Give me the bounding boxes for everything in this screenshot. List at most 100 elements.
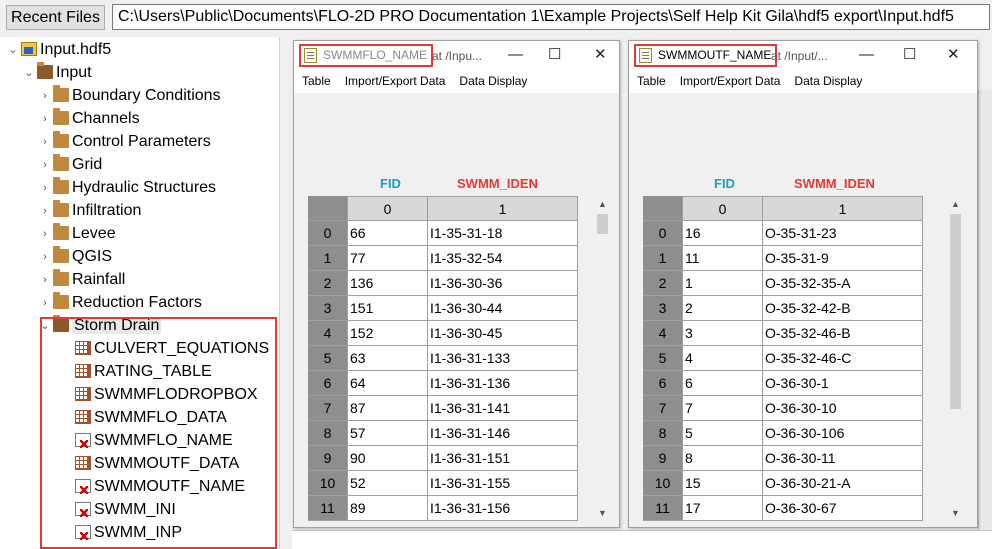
minimize-icon[interactable]: — bbox=[508, 45, 523, 65]
column-header[interactable]: 0 bbox=[348, 196, 428, 221]
row-header[interactable]: 0 bbox=[308, 221, 348, 246]
tree-item-group[interactable]: › Reduction Factors bbox=[40, 291, 202, 314]
window-titlebar[interactable]: SWMMFLO_NAME at /Inpu... — ☐ ✕ bbox=[294, 41, 619, 71]
chevron-right-icon[interactable]: › bbox=[40, 131, 50, 153]
tree-item-input[interactable]: ⌄ Input bbox=[24, 61, 92, 84]
chevron-down-icon[interactable]: ⌄ bbox=[24, 62, 34, 84]
table-cell[interactable]: I1-36-31-156 bbox=[428, 496, 578, 521]
file-path-field[interactable]: C:\Users\Public\Documents\FLO-2D PRO Doc… bbox=[112, 4, 990, 30]
table-cell[interactable]: O-36-30-10 bbox=[763, 396, 923, 421]
chevron-down-icon[interactable]: ⌄ bbox=[8, 39, 18, 61]
table-cell[interactable]: 52 bbox=[348, 471, 428, 496]
chevron-right-icon[interactable]: › bbox=[40, 223, 50, 245]
table-cell[interactable]: 57 bbox=[348, 421, 428, 446]
table-cell[interactable]: 136 bbox=[348, 271, 428, 296]
table-cell[interactable]: 6 bbox=[683, 371, 763, 396]
table-cell[interactable]: 64 bbox=[348, 371, 428, 396]
menu-data-display[interactable]: Data Display bbox=[794, 74, 862, 88]
row-header[interactable]: 7 bbox=[308, 396, 348, 421]
table-cell[interactable]: 8 bbox=[683, 446, 763, 471]
table-cell[interactable]: 77 bbox=[348, 246, 428, 271]
chevron-right-icon[interactable]: › bbox=[40, 246, 50, 268]
row-header[interactable]: 10 bbox=[643, 471, 683, 496]
table-cell[interactable]: I1-36-31-133 bbox=[428, 346, 578, 371]
table-cell[interactable]: I1-36-31-141 bbox=[428, 396, 578, 421]
row-header[interactable]: 1 bbox=[308, 246, 348, 271]
table-cell[interactable]: I1-35-31-18 bbox=[428, 221, 578, 246]
table-cell[interactable]: 89 bbox=[348, 496, 428, 521]
row-header[interactable]: 3 bbox=[643, 296, 683, 321]
table-cell[interactable]: O-36-30-1 bbox=[763, 371, 923, 396]
tree-item-group[interactable]: › Grid bbox=[40, 153, 102, 176]
table-cell[interactable]: 7 bbox=[683, 396, 763, 421]
scroll-up-icon[interactable]: ▲ bbox=[594, 196, 611, 212]
table-cell[interactable]: O-36-30-11 bbox=[763, 446, 923, 471]
row-header[interactable]: 9 bbox=[643, 446, 683, 471]
table-cell[interactable]: O-35-31-23 bbox=[763, 221, 923, 246]
table-cell[interactable]: 90 bbox=[348, 446, 428, 471]
table-cell[interactable]: O-35-31-9 bbox=[763, 246, 923, 271]
row-header[interactable]: 2 bbox=[643, 271, 683, 296]
table-cell[interactable]: O-35-32-42-B bbox=[763, 296, 923, 321]
tree-item-group[interactable]: › Channels bbox=[40, 107, 140, 130]
data-table[interactable]: 0 1 0 66 I1-35-31-18 1 77 I1-35-32-54 2 136 I1-36-… bbox=[308, 196, 578, 521]
dataset-window-swmmflo-name[interactable]: SWMMFLO_NAME at /Inpu... — ☐ ✕ Table Impo… bbox=[293, 40, 620, 528]
scroll-thumb[interactable] bbox=[597, 214, 608, 234]
workspace-scrollbar[interactable] bbox=[978, 90, 992, 549]
data-table[interactable]: 0 1 0 16 O-35-31-23 1 11 O-35-31-9 2 1 O-35-32-35-… bbox=[643, 196, 923, 521]
table-cell[interactable]: I1-36-31-151 bbox=[428, 446, 578, 471]
row-header[interactable]: 2 bbox=[308, 271, 348, 296]
chevron-right-icon[interactable]: › bbox=[40, 154, 50, 176]
scroll-up-icon[interactable]: ▲ bbox=[947, 196, 964, 212]
table-cell[interactable]: O-36-30-21-A bbox=[763, 471, 923, 496]
row-header[interactable]: 8 bbox=[308, 421, 348, 446]
menu-table[interactable]: Table bbox=[302, 74, 331, 88]
chevron-right-icon[interactable]: › bbox=[40, 200, 50, 222]
menu-import-export[interactable]: Import/Export Data bbox=[345, 74, 446, 88]
table-cell[interactable]: I1-35-32-54 bbox=[428, 246, 578, 271]
tree-item-group[interactable]: › Control Parameters bbox=[40, 130, 211, 153]
row-header[interactable]: 3 bbox=[308, 296, 348, 321]
recent-files-button[interactable]: Recent Files bbox=[6, 5, 105, 30]
row-header[interactable]: 6 bbox=[643, 371, 683, 396]
table-cell[interactable]: O-35-32-46-C bbox=[763, 346, 923, 371]
table-cell[interactable]: 152 bbox=[348, 321, 428, 346]
row-header[interactable]: 8 bbox=[643, 421, 683, 446]
table-cell[interactable]: I1-36-30-36 bbox=[428, 271, 578, 296]
table-cell[interactable]: O-36-30-106 bbox=[763, 421, 923, 446]
column-header[interactable]: 0 bbox=[683, 196, 763, 221]
close-icon[interactable]: ✕ bbox=[594, 45, 607, 65]
chevron-right-icon[interactable]: › bbox=[40, 108, 50, 130]
row-header[interactable]: 0 bbox=[643, 221, 683, 246]
row-header[interactable]: 10 bbox=[308, 471, 348, 496]
tree-root[interactable]: ⌄ Input.hdf5 bbox=[8, 39, 111, 61]
row-header[interactable]: 7 bbox=[643, 396, 683, 421]
chevron-right-icon[interactable]: › bbox=[40, 269, 50, 291]
row-header[interactable]: 6 bbox=[308, 371, 348, 396]
vertical-scrollbar[interactable]: ▲ ▼ bbox=[947, 196, 964, 521]
scroll-thumb[interactable] bbox=[950, 214, 961, 409]
maximize-icon[interactable]: ☐ bbox=[903, 45, 916, 65]
table-cell[interactable]: 15 bbox=[683, 471, 763, 496]
chevron-right-icon[interactable]: › bbox=[40, 292, 50, 314]
dataset-window-swmmoutf-name[interactable]: SWMMOUTF_NAME at /Input/... — ☐ ✕ Table I… bbox=[628, 40, 978, 528]
tree-item-group[interactable]: › Boundary Conditions bbox=[40, 84, 221, 107]
menu-import-export[interactable]: Import/Export Data bbox=[680, 74, 781, 88]
tree-item-group[interactable]: › QGIS bbox=[40, 245, 112, 268]
row-header[interactable]: 4 bbox=[308, 321, 348, 346]
table-cell[interactable]: O-35-32-35-A bbox=[763, 271, 923, 296]
minimize-icon[interactable]: — bbox=[859, 45, 874, 65]
row-header[interactable]: 11 bbox=[308, 496, 348, 521]
chevron-right-icon[interactable]: › bbox=[40, 177, 50, 199]
table-cell[interactable]: 2 bbox=[683, 296, 763, 321]
row-header[interactable]: 9 bbox=[308, 446, 348, 471]
vertical-scrollbar[interactable]: ▲ ▼ bbox=[594, 196, 611, 521]
table-cell[interactable]: I1-36-31-136 bbox=[428, 371, 578, 396]
table-cell[interactable]: 3 bbox=[683, 321, 763, 346]
table-cell[interactable]: 63 bbox=[348, 346, 428, 371]
menu-table[interactable]: Table bbox=[637, 74, 666, 88]
table-cell[interactable]: 16 bbox=[683, 221, 763, 246]
tree-item-group[interactable]: › Hydraulic Structures bbox=[40, 176, 216, 199]
table-cell[interactable]: 5 bbox=[683, 421, 763, 446]
tree-item-group[interactable]: › Infiltration bbox=[40, 199, 141, 222]
